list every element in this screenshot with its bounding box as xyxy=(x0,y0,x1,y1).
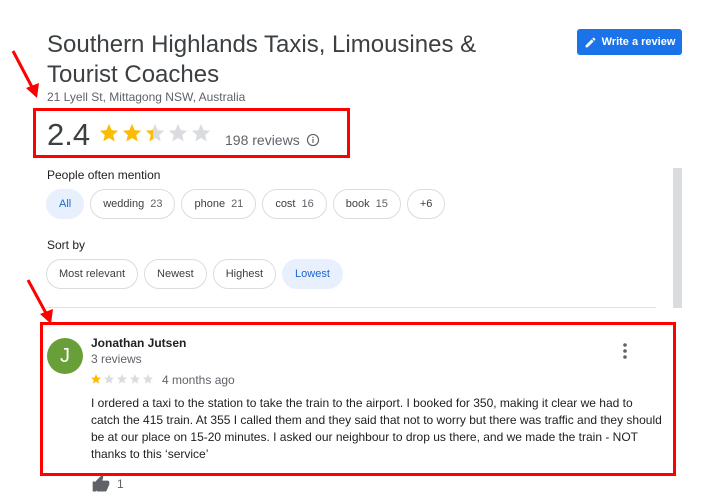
rating-star-icon xyxy=(168,123,188,142)
sort-chips: Most relevant Newest Highest Lowest xyxy=(46,259,343,289)
rating-star-icon xyxy=(145,123,165,142)
chip-count: 21 xyxy=(231,198,244,210)
reviewer-review-count: 3 reviews xyxy=(91,352,142,366)
review-star-icon xyxy=(130,374,140,384)
review-star-icon xyxy=(91,374,101,384)
reviews-count[interactable]: 198 reviews xyxy=(225,132,300,148)
like-count: 1 xyxy=(117,477,124,491)
rating-star-icon xyxy=(99,123,119,142)
sort-most-relevant[interactable]: Most relevant xyxy=(46,259,139,289)
mention-chip-more[interactable]: +6 xyxy=(406,189,446,219)
mentions-chips: All wedding 23 phone 21 cost 16 book 15 +6 xyxy=(46,189,446,219)
review-star-icon xyxy=(143,374,153,384)
annotation-arrow-rating xyxy=(11,50,39,98)
review-stars xyxy=(90,373,154,385)
mention-chip-wedding[interactable]: wedding 23 xyxy=(90,189,176,219)
divider xyxy=(46,307,656,308)
mention-chip-phone[interactable]: phone 21 xyxy=(181,189,257,219)
avatar[interactable]: J xyxy=(47,338,83,374)
review-date: 4 months ago xyxy=(162,373,235,387)
chip-label: cost xyxy=(275,198,296,210)
mention-chip-cost[interactable]: cost 16 xyxy=(262,189,327,219)
chip-label: phone xyxy=(194,198,226,210)
sort-label: Sort by xyxy=(47,238,86,252)
sort-newest[interactable]: Newest xyxy=(144,259,207,289)
review-star-icon xyxy=(117,374,127,384)
review-star-icon xyxy=(104,374,114,384)
chip-count: 15 xyxy=(375,198,388,210)
sort-lowest[interactable]: Lowest xyxy=(282,259,343,289)
info-icon[interactable] xyxy=(306,133,320,147)
chip-label: All xyxy=(59,198,72,210)
like-row: 1 xyxy=(91,474,124,494)
chip-count: 16 xyxy=(301,198,314,210)
chip-count: 23 xyxy=(150,198,163,210)
rating-value: 2.4 xyxy=(47,117,91,152)
sort-highest[interactable]: Highest xyxy=(212,259,277,289)
write-review-label: Write a review xyxy=(601,36,676,48)
reviewer-name[interactable]: Jonathan Jutsen xyxy=(91,336,186,350)
annotation-arrow-review xyxy=(26,279,53,324)
thumbs-up-icon[interactable] xyxy=(91,474,111,494)
chip-label: wedding xyxy=(103,198,145,210)
more-options-icon[interactable] xyxy=(620,342,630,360)
place-title: Southern Highlands Taxis, Limousines & T… xyxy=(47,31,477,88)
review-text: I ordered a taxi to the station to take … xyxy=(91,396,662,461)
scrollbar[interactable] xyxy=(673,168,682,308)
chip-label: book xyxy=(345,198,370,210)
rating-star-icon xyxy=(191,123,211,142)
place-address: 21 Lyell St, Mittagong NSW, Australia xyxy=(47,90,246,104)
mentions-label: People often mention xyxy=(47,168,161,182)
mention-chip-all[interactable]: All xyxy=(46,189,85,219)
chip-label: +6 xyxy=(419,198,433,210)
rating-star-icon xyxy=(122,123,142,142)
write-review-button[interactable]: Write a review xyxy=(577,29,682,55)
rating-stars xyxy=(98,122,212,144)
pencil-icon xyxy=(585,37,595,47)
mention-chip-book[interactable]: book 15 xyxy=(332,189,401,219)
